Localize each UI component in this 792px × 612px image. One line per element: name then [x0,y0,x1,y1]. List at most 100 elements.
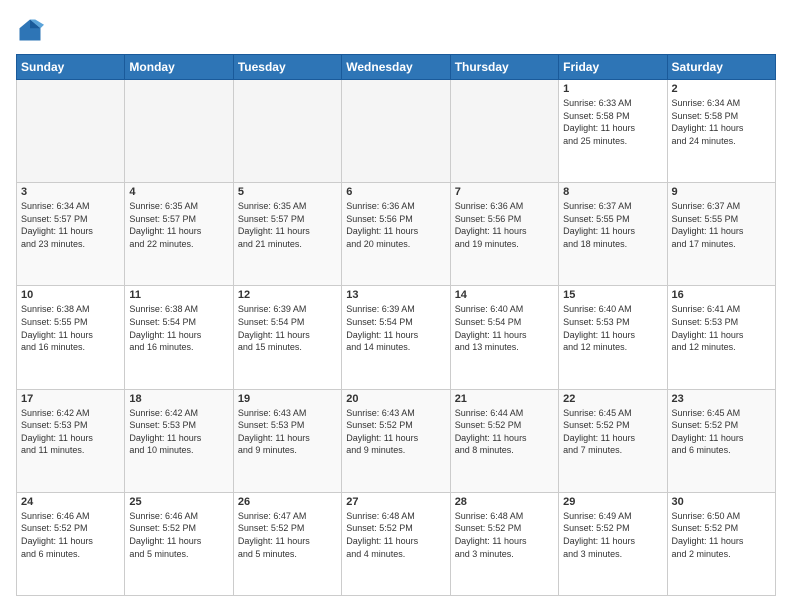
day-info: Sunrise: 6:50 AM Sunset: 5:52 PM Dayligh… [672,510,771,560]
calendar-cell: 10 Sunrise: 6:38 AM Sunset: 5:55 PM Dayli… [17,286,125,389]
day-number: 26 [238,496,337,508]
calendar-cell: 3 Sunrise: 6:34 AM Sunset: 5:57 PM Daylig… [17,183,125,286]
day-number: 28 [455,496,554,508]
calendar-cell: 9 Sunrise: 6:37 AM Sunset: 5:55 PM Daylig… [667,183,775,286]
calendar-cell: 4 Sunrise: 6:35 AM Sunset: 5:57 PM Daylig… [125,183,233,286]
day-number: 21 [455,393,554,405]
calendar-cell: 25 Sunrise: 6:46 AM Sunset: 5:52 PM Dayli… [125,492,233,595]
day-info: Sunrise: 6:37 AM Sunset: 5:55 PM Dayligh… [563,200,662,250]
day-info: Sunrise: 6:46 AM Sunset: 5:52 PM Dayligh… [21,510,120,560]
day-number: 25 [129,496,228,508]
calendar-cell: 16 Sunrise: 6:41 AM Sunset: 5:53 PM Dayli… [667,286,775,389]
day-number: 9 [672,186,771,198]
calendar-cell [233,80,341,183]
day-info: Sunrise: 6:36 AM Sunset: 5:56 PM Dayligh… [455,200,554,250]
day-info: Sunrise: 6:34 AM Sunset: 5:58 PM Dayligh… [672,97,771,147]
weekday-header: Saturday [667,55,775,80]
calendar-cell: 7 Sunrise: 6:36 AM Sunset: 5:56 PM Daylig… [450,183,558,286]
weekday-header: Wednesday [342,55,450,80]
day-number: 30 [672,496,771,508]
calendar-cell: 11 Sunrise: 6:38 AM Sunset: 5:54 PM Dayli… [125,286,233,389]
calendar-cell: 1Sunrise: 6:33 AM Sunset: 5:58 PM Daylig… [559,80,667,183]
calendar-cell: 28 Sunrise: 6:48 AM Sunset: 5:52 PM Dayli… [450,492,558,595]
day-number: 7 [455,186,554,198]
calendar-cell: 23 Sunrise: 6:45 AM Sunset: 5:52 PM Dayli… [667,389,775,492]
calendar-cell: 8 Sunrise: 6:37 AM Sunset: 5:55 PM Daylig… [559,183,667,286]
day-info: Sunrise: 6:41 AM Sunset: 5:53 PM Dayligh… [672,303,771,353]
day-number: 13 [346,289,445,301]
day-number: 24 [21,496,120,508]
logo-icon [16,16,44,44]
weekday-header: Sunday [17,55,125,80]
day-number: 19 [238,393,337,405]
day-number: 29 [563,496,662,508]
weekday-header: Monday [125,55,233,80]
day-number: 18 [129,393,228,405]
weekday-header-row: SundayMondayTuesdayWednesdayThursdayFrid… [17,55,776,80]
day-number: 8 [563,186,662,198]
header [16,16,776,44]
day-number: 23 [672,393,771,405]
calendar-cell: 22 Sunrise: 6:45 AM Sunset: 5:52 PM Dayli… [559,389,667,492]
calendar-cell: 17Sunrise: 6:42 AM Sunset: 5:53 PM Dayli… [17,389,125,492]
calendar-week-row: 17Sunrise: 6:42 AM Sunset: 5:53 PM Dayli… [17,389,776,492]
calendar-cell [342,80,450,183]
calendar-cell: 21 Sunrise: 6:44 AM Sunset: 5:52 PM Dayli… [450,389,558,492]
day-info: Sunrise: 6:39 AM Sunset: 5:54 PM Dayligh… [238,303,337,353]
day-info: Sunrise: 6:42 AM Sunset: 5:53 PM Dayligh… [129,407,228,457]
calendar-cell: 19Sunrise: 6:43 AM Sunset: 5:53 PM Dayli… [233,389,341,492]
day-number: 27 [346,496,445,508]
calendar-cell: 12 Sunrise: 6:39 AM Sunset: 5:54 PM Dayli… [233,286,341,389]
calendar-cell: 27 Sunrise: 6:48 AM Sunset: 5:52 PM Dayli… [342,492,450,595]
day-info: Sunrise: 6:45 AM Sunset: 5:52 PM Dayligh… [672,407,771,457]
calendar-week-row: 24 Sunrise: 6:46 AM Sunset: 5:52 PM Dayli… [17,492,776,595]
day-info: Sunrise: 6:44 AM Sunset: 5:52 PM Dayligh… [455,407,554,457]
page: SundayMondayTuesdayWednesdayThursdayFrid… [0,0,792,612]
calendar-cell: 6 Sunrise: 6:36 AM Sunset: 5:56 PM Daylig… [342,183,450,286]
weekday-header: Tuesday [233,55,341,80]
day-number: 6 [346,186,445,198]
day-number: 16 [672,289,771,301]
calendar-cell: 26 Sunrise: 6:47 AM Sunset: 5:52 PM Dayli… [233,492,341,595]
day-info: Sunrise: 6:34 AM Sunset: 5:57 PM Dayligh… [21,200,120,250]
day-info: Sunrise: 6:38 AM Sunset: 5:54 PM Dayligh… [129,303,228,353]
calendar-cell: 5Sunrise: 6:35 AM Sunset: 5:57 PM Daylig… [233,183,341,286]
day-info: Sunrise: 6:39 AM Sunset: 5:54 PM Dayligh… [346,303,445,353]
day-number: 22 [563,393,662,405]
day-info: Sunrise: 6:48 AM Sunset: 5:52 PM Dayligh… [346,510,445,560]
calendar-cell: 29 Sunrise: 6:49 AM Sunset: 5:52 PM Dayli… [559,492,667,595]
day-info: Sunrise: 6:38 AM Sunset: 5:55 PM Dayligh… [21,303,120,353]
calendar-cell: 14 Sunrise: 6:40 AM Sunset: 5:54 PM Dayli… [450,286,558,389]
day-number: 3 [21,186,120,198]
day-info: Sunrise: 6:45 AM Sunset: 5:52 PM Dayligh… [563,407,662,457]
day-number: 12 [238,289,337,301]
day-number: 15 [563,289,662,301]
day-info: Sunrise: 6:49 AM Sunset: 5:52 PM Dayligh… [563,510,662,560]
calendar-cell: 24 Sunrise: 6:46 AM Sunset: 5:52 PM Dayli… [17,492,125,595]
day-info: Sunrise: 6:40 AM Sunset: 5:54 PM Dayligh… [455,303,554,353]
day-number: 14 [455,289,554,301]
calendar-cell: 18 Sunrise: 6:42 AM Sunset: 5:53 PM Dayli… [125,389,233,492]
day-info: Sunrise: 6:46 AM Sunset: 5:52 PM Dayligh… [129,510,228,560]
logo [16,16,48,44]
day-info: Sunrise: 6:36 AM Sunset: 5:56 PM Dayligh… [346,200,445,250]
day-info: Sunrise: 6:42 AM Sunset: 5:53 PM Dayligh… [21,407,120,457]
day-info: Sunrise: 6:35 AM Sunset: 5:57 PM Dayligh… [129,200,228,250]
day-info: Sunrise: 6:43 AM Sunset: 5:52 PM Dayligh… [346,407,445,457]
day-number: 5 [238,186,337,198]
weekday-header: Thursday [450,55,558,80]
day-number: 10 [21,289,120,301]
day-number: 4 [129,186,228,198]
calendar-week-row: 3 Sunrise: 6:34 AM Sunset: 5:57 PM Daylig… [17,183,776,286]
day-info: Sunrise: 6:33 AM Sunset: 5:58 PM Dayligh… [563,97,662,147]
weekday-header: Friday [559,55,667,80]
day-info: Sunrise: 6:47 AM Sunset: 5:52 PM Dayligh… [238,510,337,560]
day-info: Sunrise: 6:48 AM Sunset: 5:52 PM Dayligh… [455,510,554,560]
day-info: Sunrise: 6:37 AM Sunset: 5:55 PM Dayligh… [672,200,771,250]
day-info: Sunrise: 6:40 AM Sunset: 5:53 PM Dayligh… [563,303,662,353]
day-number: 11 [129,289,228,301]
calendar-cell [125,80,233,183]
day-number: 20 [346,393,445,405]
calendar-cell [17,80,125,183]
calendar-week-row: 1Sunrise: 6:33 AM Sunset: 5:58 PM Daylig… [17,80,776,183]
